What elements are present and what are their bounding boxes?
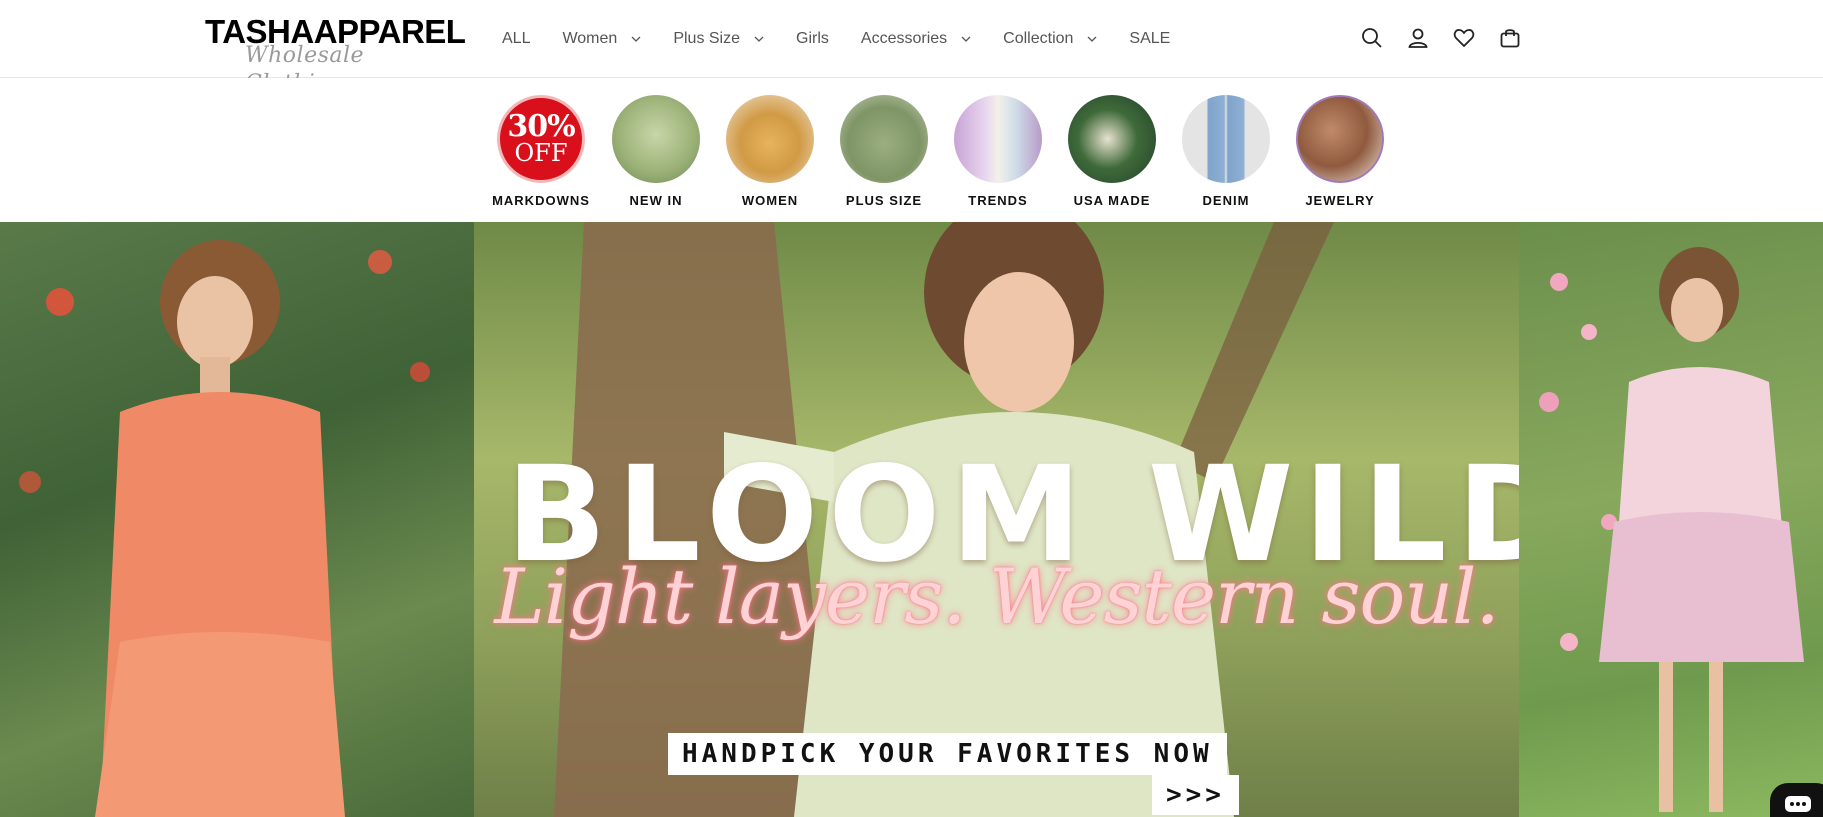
hero-cta-arrows[interactable]: >>>	[1152, 775, 1239, 815]
category-label: WOMEN	[741, 193, 799, 208]
model-pink-dress-illustration	[1539, 247, 1804, 812]
nav-item-label: Girls	[796, 30, 829, 47]
chevron-down-icon	[754, 34, 764, 44]
wishlist-heart-icon[interactable]	[1453, 27, 1475, 49]
nav-item-label: Accessories	[860, 30, 948, 47]
category-thumbnail	[1296, 95, 1384, 183]
markdown-badge-percent: 30%	[507, 109, 575, 144]
model-orange-dress-illustration	[19, 240, 430, 817]
category-thumbnail	[1068, 95, 1156, 183]
cart-icon[interactable]	[1499, 27, 1521, 49]
category-women[interactable]: WOMEN	[715, 95, 825, 215]
category-label: NEW IN	[629, 193, 683, 208]
markdown-badge-off: OFF	[514, 139, 568, 167]
hero-script-tagline: Light layers. Western soul.	[494, 552, 1499, 641]
hero-photo-right	[1519, 222, 1823, 817]
chevron-down-icon	[961, 34, 971, 44]
category-usa-made[interactable]: USA MADE	[1057, 95, 1167, 215]
brand-logo[interactable]: TASHAAPPAREL Wholesale Clothing	[205, 14, 466, 97]
category-label: DENIM	[1202, 193, 1250, 208]
nav-item-all[interactable]: ALL	[486, 19, 546, 59]
chat-bubble-icon	[1784, 795, 1812, 817]
chat-launcher-button[interactable]	[1770, 783, 1823, 817]
header-actions	[1361, 27, 1521, 49]
category-thumbnail	[1182, 95, 1270, 183]
nav-item-collection[interactable]: Collection	[987, 19, 1113, 59]
nav-item-label: Women	[562, 30, 618, 47]
site-header: TASHAAPPAREL Wholesale Clothing ALL Wome…	[0, 0, 1823, 97]
chevron-down-icon	[1087, 34, 1097, 44]
nav-item-plus-size[interactable]: Plus Size	[657, 19, 780, 59]
account-icon[interactable]	[1407, 27, 1429, 49]
search-icon[interactable]	[1361, 27, 1383, 49]
hero-photo-left	[0, 222, 474, 817]
nav-item-label: SALE	[1129, 30, 1171, 47]
category-denim[interactable]: DENIM	[1171, 95, 1281, 215]
hero-cta-button[interactable]: HANDPICK YOUR FAVORITES NOW	[668, 733, 1227, 775]
chevron-down-icon	[631, 34, 641, 44]
category-thumbnail	[726, 95, 814, 183]
markdown-badge: 30% OFF	[497, 95, 585, 183]
category-thumbnail	[840, 95, 928, 183]
hero-banner[interactable]: BLOOM WILDLY Light layers. Western soul.…	[0, 222, 1823, 817]
category-plus-size[interactable]: PLUS SIZE	[829, 95, 939, 215]
nav-item-accessories[interactable]: Accessories	[845, 19, 987, 59]
category-label: USA MADE	[1073, 193, 1151, 208]
category-thumbnail	[954, 95, 1042, 183]
nav-item-label: Plus Size	[673, 30, 741, 47]
category-strip: 30% OFF MARKDOWNS NEW IN WOMEN PLUS SIZE…	[0, 78, 1823, 222]
nav-item-women[interactable]: Women	[546, 19, 657, 59]
category-label: PLUS SIZE	[845, 193, 923, 208]
category-label: JEWELRY	[1305, 193, 1375, 208]
category-new-in[interactable]: NEW IN	[601, 95, 711, 215]
nav-item-girls[interactable]: Girls	[780, 19, 845, 59]
category-markdowns[interactable]: 30% OFF MARKDOWNS	[486, 95, 596, 215]
main-nav: ALL Women Plus Size Girls Accessories Co…	[486, 0, 1186, 78]
category-label: MARKDOWNS	[492, 193, 590, 208]
category-thumbnail	[612, 95, 700, 183]
nav-item-label: Collection	[1003, 30, 1074, 47]
hero-photo-center: BLOOM WILDLY Light layers. Western soul.…	[474, 222, 1519, 817]
nav-item-sale[interactable]: SALE	[1113, 19, 1186, 59]
category-trends[interactable]: TRENDS	[943, 95, 1053, 215]
nav-item-label: ALL	[502, 30, 531, 47]
category-jewelry[interactable]: JEWELRY	[1285, 95, 1395, 215]
category-label: TRENDS	[968, 193, 1028, 208]
